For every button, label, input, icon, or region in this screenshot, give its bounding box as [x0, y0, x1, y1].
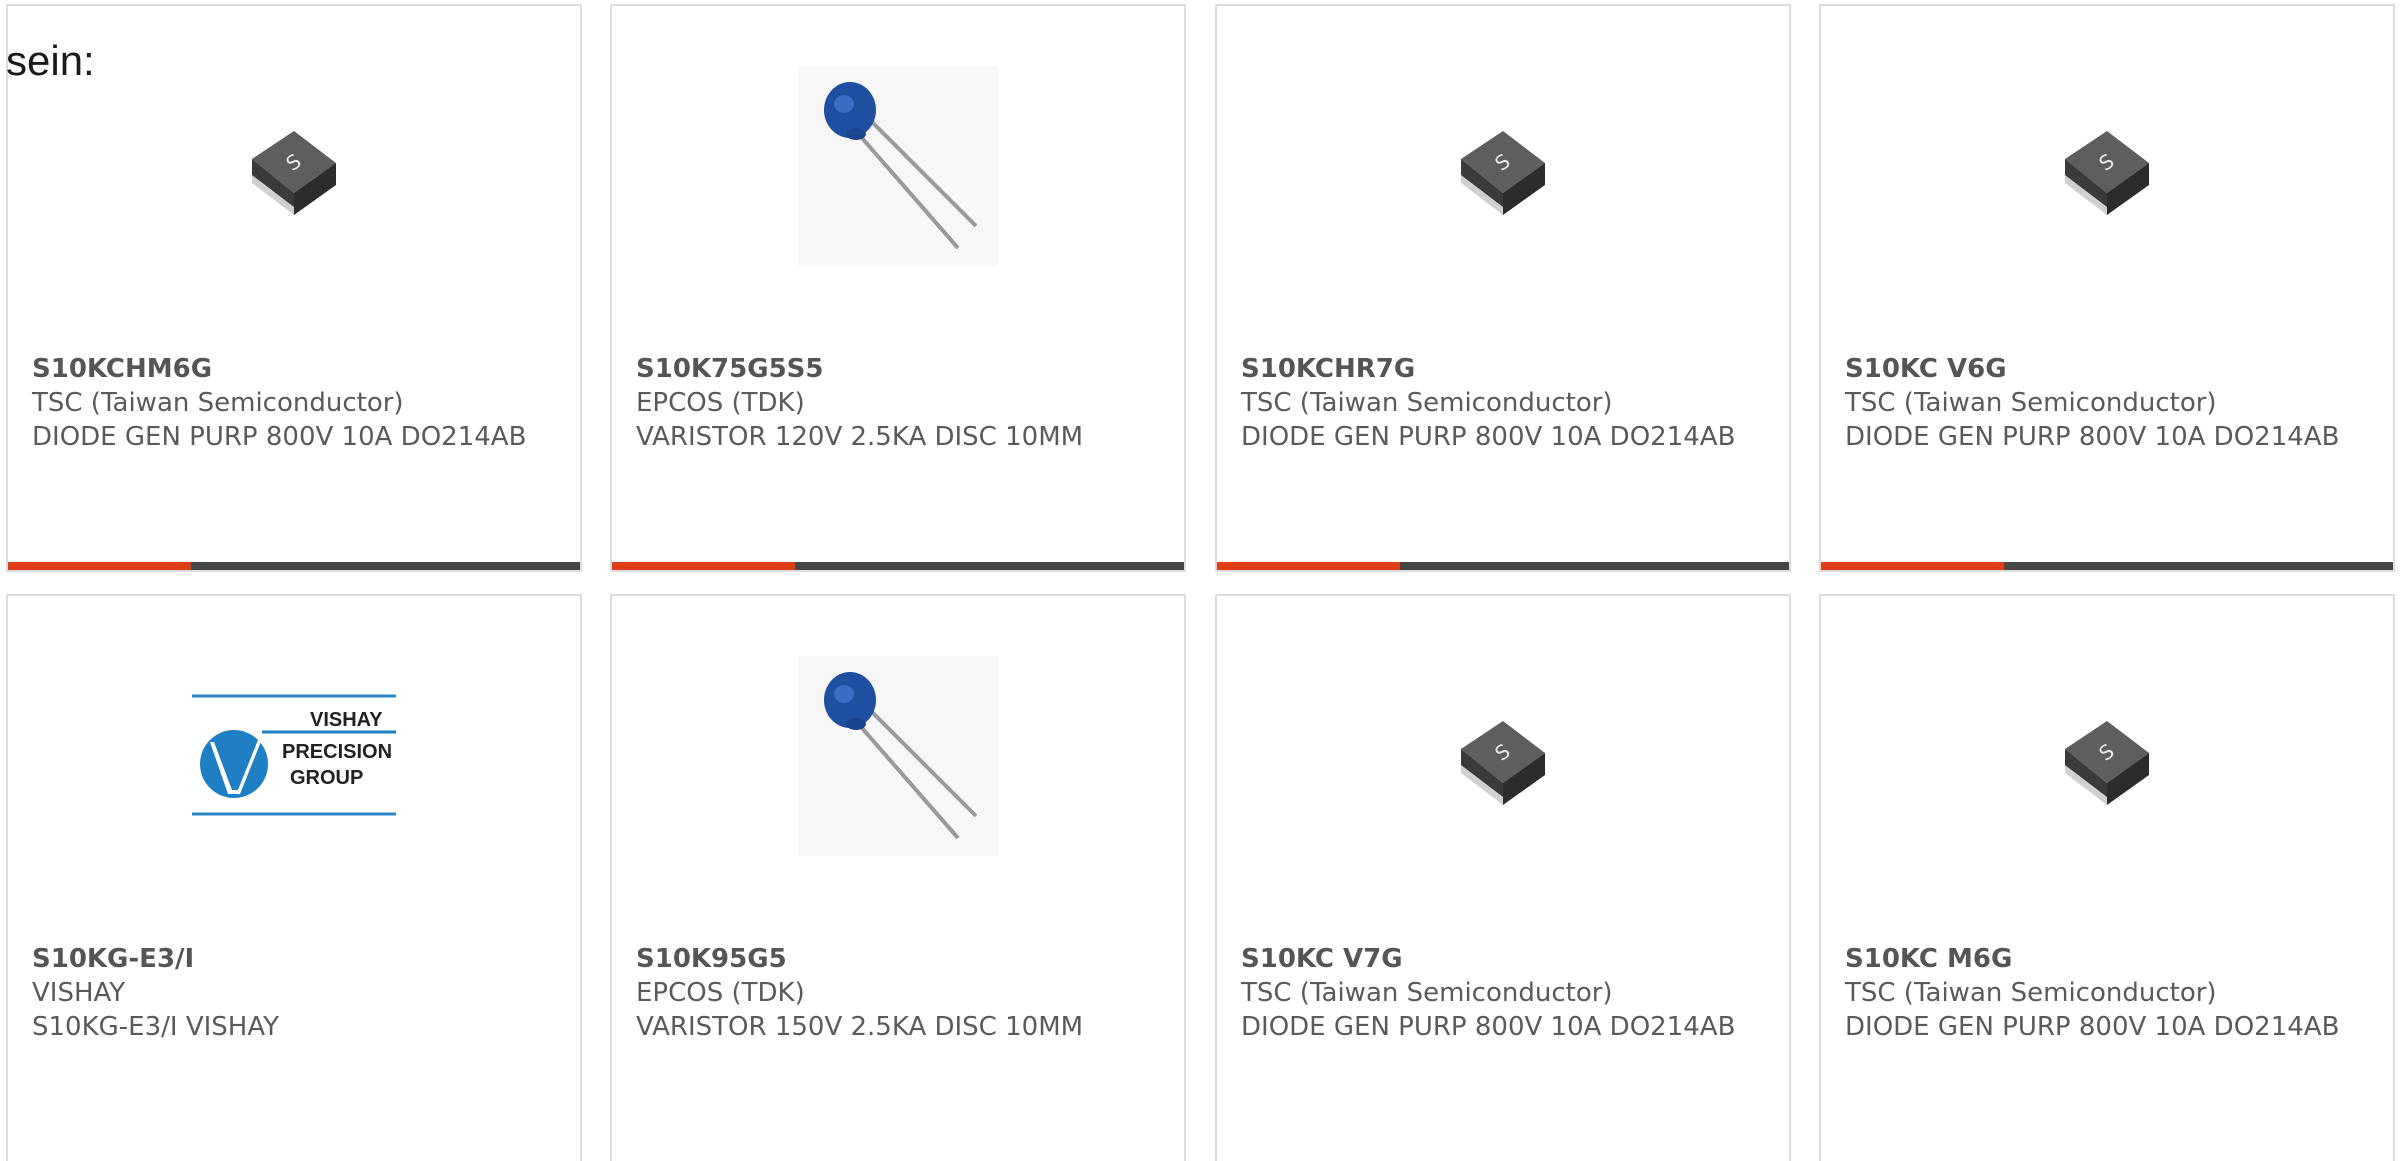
part-number[interactable]: S10KC M6G — [1845, 942, 2373, 976]
product-card[interactable]: S S10KC V6G TSC (Taiwan Semiconductor) D… — [1819, 4, 2395, 572]
smd-diode-package-icon: S — [1461, 131, 1545, 215]
smd-diode-package-icon: S — [2065, 131, 2149, 215]
description: S10KG-E3/I VISHAY — [32, 1012, 279, 1042]
description: DIODE GEN PURP 800V 10A DO214AB — [1845, 422, 2340, 452]
product-image[interactable]: S — [1821, 46, 2393, 286]
part-number[interactable]: S10KC V7G — [1241, 942, 1769, 976]
product-grid: S S10KCHM6G TSC (Taiwan Semiconductor) D… — [0, 0, 2400, 1161]
product-card[interactable]: S S10KC V7G TSC (Taiwan Semiconductor) D… — [1215, 594, 1791, 1161]
manufacturer: EPCOS (TDK) — [636, 978, 805, 1008]
product-image[interactable] — [612, 46, 1184, 286]
manufacturer: TSC (Taiwan Semiconductor) — [1241, 978, 1613, 1008]
vishay-precision-group-logo: VISHAY PRECISION GROUP — [192, 694, 396, 818]
svg-text:PRECISION: PRECISION — [282, 741, 392, 763]
part-number[interactable]: S10K75G5S5 — [636, 352, 1164, 386]
product-card[interactable]: S S10KCHR7G TSC (Taiwan Semiconductor) D… — [1215, 4, 1791, 572]
product-card[interactable]: S S10KCHM6G TSC (Taiwan Semiconductor) D… — [6, 4, 582, 572]
manufacturer: VISHAY — [32, 978, 126, 1008]
card-bottom-bar — [1217, 562, 1789, 570]
smd-diode-package-icon: S — [2065, 721, 2149, 805]
product-card[interactable]: S10K75G5S5 EPCOS (TDK) VARISTOR 120V 2.5… — [610, 4, 1186, 572]
disc-varistor-icon — [798, 66, 998, 266]
card-accent-bar — [8, 562, 191, 570]
product-image[interactable]: VISHAY PRECISION GROUP — [8, 636, 580, 876]
manufacturer: TSC (Taiwan Semiconductor) — [1241, 388, 1613, 418]
manufacturer: TSC (Taiwan Semiconductor) — [1845, 388, 2217, 418]
product-image[interactable] — [612, 636, 1184, 876]
description: DIODE GEN PURP 800V 10A DO214AB — [1241, 422, 1736, 452]
part-number[interactable]: S10KCHM6G — [32, 352, 560, 386]
product-image[interactable]: S — [1217, 46, 1789, 286]
part-number[interactable]: S10KG-E3/I — [32, 942, 560, 976]
description: DIODE GEN PURP 800V 10A DO214AB — [1241, 1012, 1736, 1042]
part-number[interactable]: S10K95G5 — [636, 942, 1164, 976]
disc-varistor-icon — [798, 656, 998, 856]
description: DIODE GEN PURP 800V 10A DO214AB — [32, 422, 527, 452]
product-card[interactable]: S10K95G5 EPCOS (TDK) VARISTOR 150V 2.5KA… — [610, 594, 1186, 1161]
product-image[interactable]: S — [1217, 636, 1789, 876]
product-image[interactable]: S — [1821, 636, 2393, 876]
card-accent-bar — [1821, 562, 2004, 570]
part-number[interactable]: S10KC V6G — [1845, 352, 2373, 386]
description: VARISTOR 150V 2.5KA DISC 10MM — [636, 1012, 1084, 1042]
card-bottom-bar — [8, 562, 580, 570]
card-accent-bar — [612, 562, 795, 570]
svg-text:VISHAY: VISHAY — [310, 709, 383, 731]
manufacturer: TSC (Taiwan Semiconductor) — [32, 388, 404, 418]
smd-diode-package-icon: S — [1461, 721, 1545, 805]
smd-diode-package-icon: S — [252, 131, 336, 215]
part-number[interactable]: S10KCHR7G — [1241, 352, 1769, 386]
description: VARISTOR 120V 2.5KA DISC 10MM — [636, 422, 1084, 452]
manufacturer: EPCOS (TDK) — [636, 388, 805, 418]
product-card[interactable]: S S10KC M6G TSC (Taiwan Semiconductor) D… — [1819, 594, 2395, 1161]
description: DIODE GEN PURP 800V 10A DO214AB — [1845, 1012, 2340, 1042]
card-bottom-bar — [612, 562, 1184, 570]
card-bottom-bar — [1821, 562, 2393, 570]
card-accent-bar — [1217, 562, 1400, 570]
svg-text:GROUP: GROUP — [290, 767, 363, 789]
manufacturer: TSC (Taiwan Semiconductor) — [1845, 978, 2217, 1008]
product-card[interactable]: VISHAY PRECISION GROUP S10KG-E3/I VISHAY… — [6, 594, 582, 1161]
intro-text: sein: — [6, 37, 95, 84]
